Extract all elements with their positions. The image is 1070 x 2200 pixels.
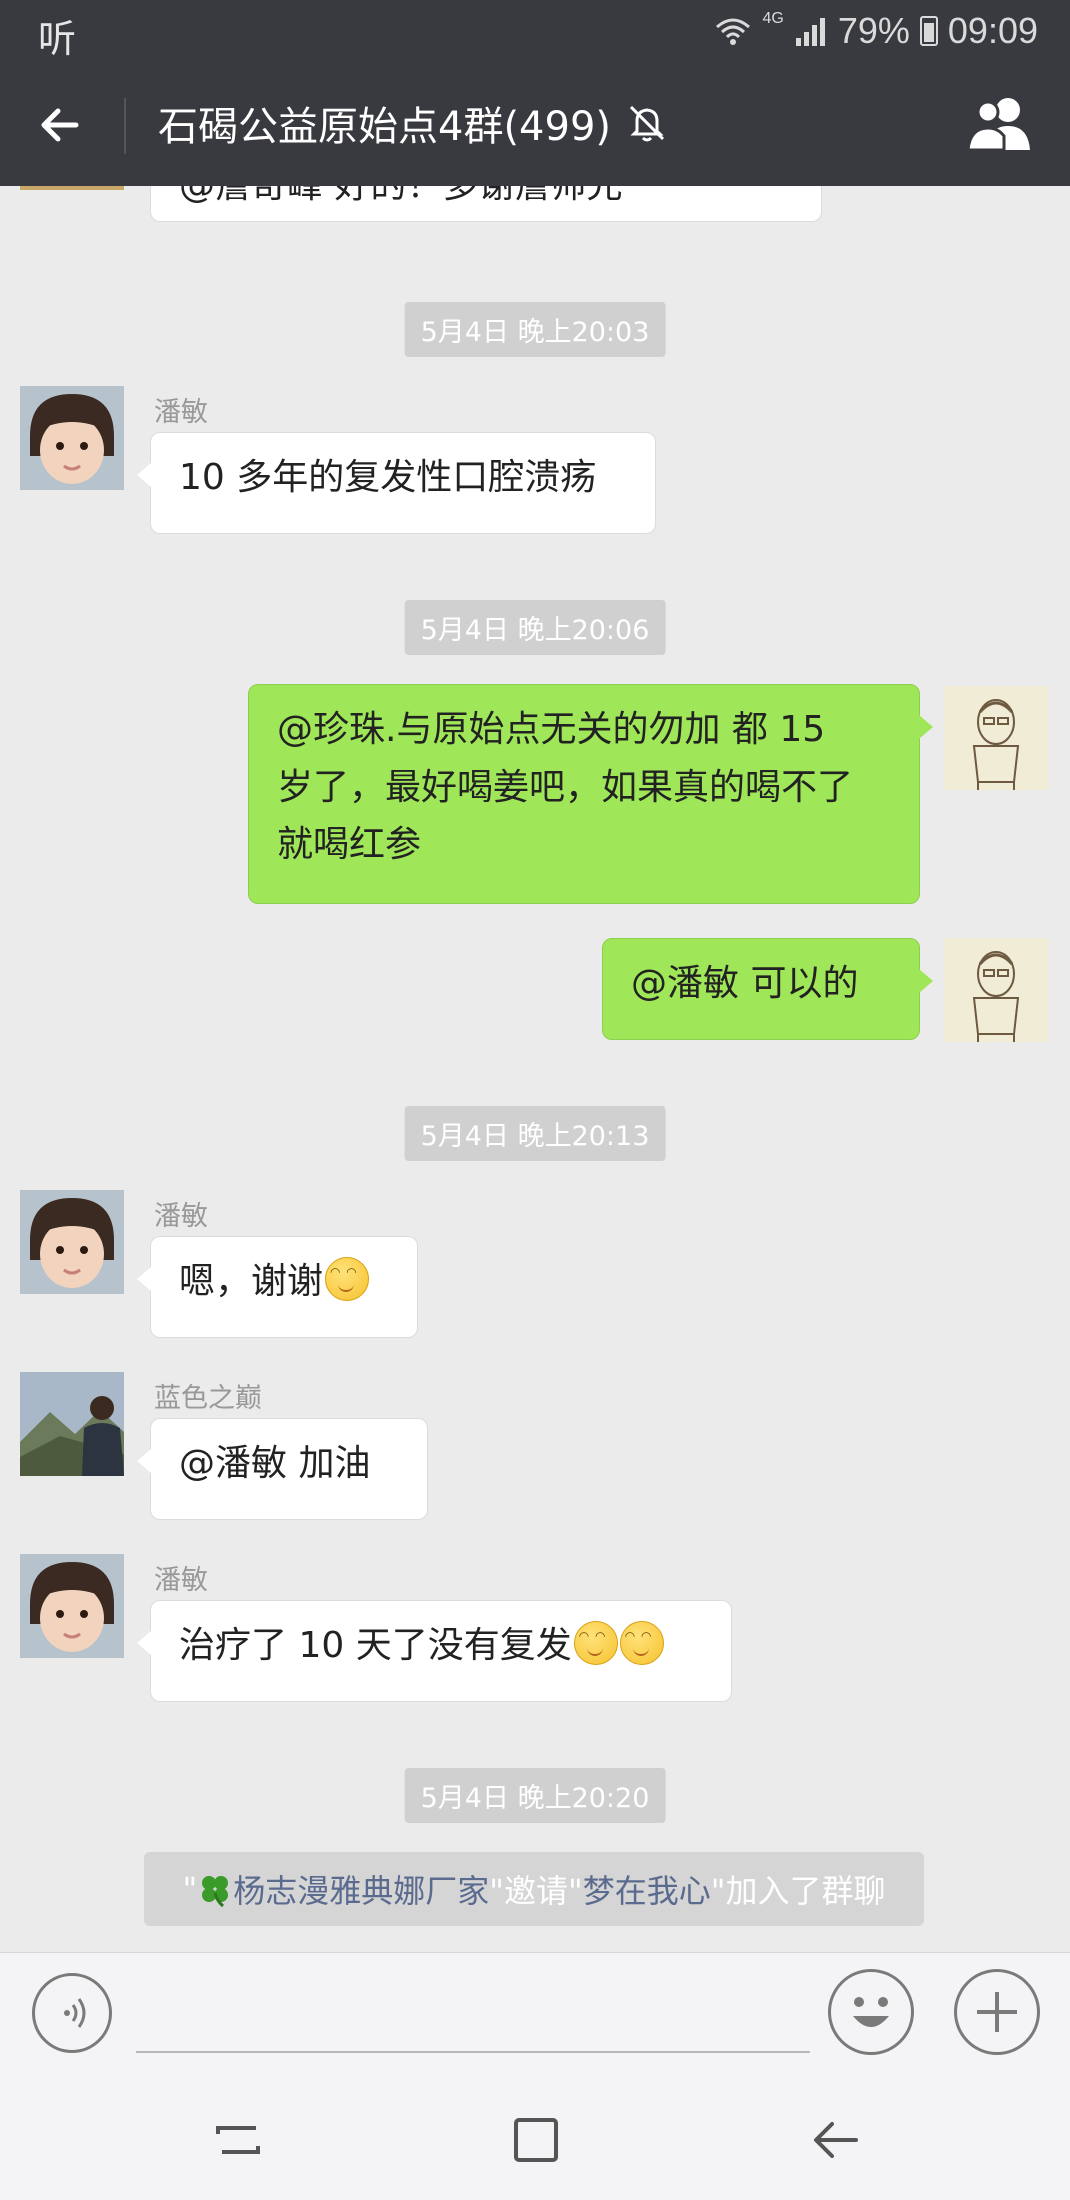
message-bubble-partial[interactable]: @詹奇峰 好的！多谢詹师兄 <box>150 186 822 222</box>
battery-icon <box>919 16 938 46</box>
avatar-self[interactable] <box>944 686 1048 790</box>
sender-name: 潘敏 <box>154 1201 208 1232</box>
app-notification-icon: 听 <box>38 19 77 61</box>
system-nav-bar <box>0 2076 1070 2200</box>
network-type: 4G <box>762 10 784 27</box>
back-arrow-icon[interactable] <box>30 92 96 158</box>
sender-name: 潘敏 <box>154 1565 208 1596</box>
recent-apps-icon[interactable] <box>208 2112 268 2168</box>
quote-open: " <box>182 1870 198 1908</box>
timestamp: 5月4日 晚上20:06 <box>404 600 666 655</box>
smile-emoji-icon <box>619 1621 664 1665</box>
message-bubble[interactable]: 嗯，谢谢 <box>137 1236 418 1338</box>
timestamp: 5月4日 晚上20:13 <box>404 1106 666 1161</box>
members-icon[interactable] <box>964 94 1036 154</box>
message-text: 嗯，谢谢 <box>179 1261 324 1302</box>
back-nav-icon[interactable] <box>806 2112 866 2168</box>
wifi-icon <box>715 18 750 45</box>
chat-header: 石碣公益原始点4群(499) <box>0 64 1070 186</box>
voice-icon[interactable] <box>32 1973 112 2053</box>
message-bubble-outgoing[interactable]: @潘敏 可以的 <box>602 938 933 1040</box>
avatar-pan-min[interactable] <box>20 386 124 490</box>
message-bubble-outgoing[interactable]: @珍珠.与原始点无关的勿加 都 15 岁了，最好喝姜吧，如果真的喝不了 就喝红参 <box>248 684 933 904</box>
joined-text: "加入了群聊 <box>710 1872 886 1910</box>
message-bubble[interactable]: 10 多年的复发性口腔溃疡 <box>137 432 656 534</box>
invite-text: "邀请" <box>489 1872 583 1910</box>
message-input[interactable] <box>136 2051 810 2053</box>
message-text: 10 多年的复发性口腔溃疡 <box>179 457 597 498</box>
sender-name: 蓝色之巅 <box>154 1383 262 1414</box>
mute-bell-icon <box>629 105 665 142</box>
smile-emoji-icon <box>325 1257 370 1301</box>
chat-title-area[interactable]: 石碣公益原始点4群(499) <box>158 94 669 152</box>
home-icon[interactable] <box>506 2112 566 2168</box>
clover-icon <box>202 1876 229 1907</box>
status-indicators: 4G 79% 09:09 <box>713 10 1038 52</box>
signal-icon <box>795 18 825 46</box>
timestamp: 5月4日 晚上20:20 <box>404 1768 666 1823</box>
message-list[interactable]: @詹奇峰 好的！多谢詹师兄 5月4日 晚上20:03 潘敏 10 多年的复发性口… <box>0 186 1070 1952</box>
plus-icon[interactable] <box>954 1969 1040 2055</box>
message-line: 就喝红参 <box>277 824 422 866</box>
avatar[interactable] <box>20 186 124 190</box>
avatar-pan-min[interactable] <box>20 1554 124 1658</box>
input-bar <box>0 1952 1070 2077</box>
clock: 09:09 <box>947 10 1038 51</box>
invitee-name[interactable]: 梦在我心 <box>583 1866 711 1912</box>
system-message-join: " 杨志漫雅典娜厂家 "邀请" 梦在我心 "加入了群聊 <box>144 1852 924 1926</box>
message-text: @詹奇峰 好的！多谢詹师兄 <box>179 186 622 206</box>
message-text: 治疗了 10 天了没有复发 <box>179 1625 572 1666</box>
message-bubble[interactable]: 治疗了 10 天了没有复发 <box>137 1600 732 1702</box>
chat-title: 石碣公益原始点4群(499) <box>158 104 612 150</box>
timestamp: 5月4日 晚上20:03 <box>404 302 666 357</box>
header-divider <box>124 98 126 154</box>
message-line: 岁了，最好喝姜吧，如果真的喝不了 <box>277 766 854 808</box>
emoji-icon[interactable] <box>828 1969 914 2055</box>
message-text: @潘敏 可以的 <box>631 963 859 1004</box>
smile-emoji-icon <box>573 1621 618 1665</box>
avatar-pan-min[interactable] <box>20 1190 124 1294</box>
message-line: @珍珠.与原始点无关的勿加 都 15 <box>277 709 826 750</box>
status-bar: 听 4G 79% 09:09 <box>0 0 1070 64</box>
inviter-name[interactable]: 杨志漫雅典娜厂家 <box>233 1866 489 1912</box>
sender-name: 潘敏 <box>154 397 208 428</box>
message-bubble[interactable]: @潘敏 加油 <box>137 1418 428 1520</box>
battery-percent: 79% <box>837 10 910 51</box>
avatar-self[interactable] <box>944 938 1048 1042</box>
avatar-lanse-zhidian[interactable] <box>20 1372 124 1476</box>
message-text: @潘敏 加油 <box>179 1443 371 1484</box>
